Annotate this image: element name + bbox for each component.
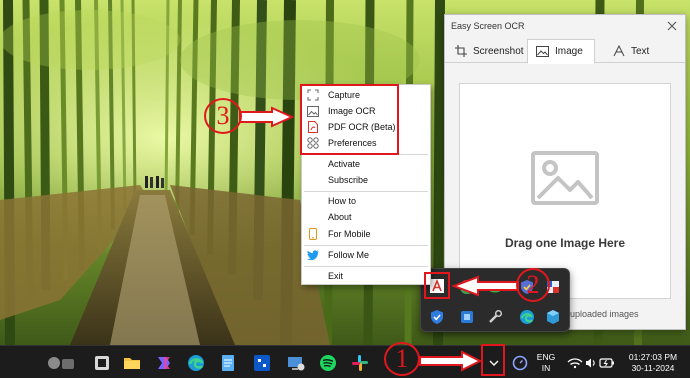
image-icon	[536, 46, 549, 57]
timer-tray-button[interactable]	[510, 353, 530, 373]
drop-zone-text: Drag one Image Here	[504, 236, 626, 250]
chrome-icon	[460, 280, 475, 295]
remote-desktop-button[interactable]	[286, 353, 306, 373]
title-bar[interactable]: Easy Screen OCR	[445, 15, 685, 37]
menu-item-subscribe[interactable]: Subscribe	[302, 172, 430, 188]
timer-icon	[512, 355, 528, 371]
tab-text[interactable]: Text	[605, 39, 665, 63]
task-view-button[interactable]	[92, 353, 112, 373]
weather-icon	[48, 357, 74, 369]
tab-image[interactable]: Image	[527, 39, 595, 64]
edge-tray-icon[interactable]	[519, 309, 535, 325]
edge-icon	[188, 355, 204, 371]
cube-icon	[547, 310, 559, 324]
notepad-button[interactable]	[218, 353, 238, 373]
menu-item-label: About	[328, 212, 352, 222]
annotation-box-chevron	[481, 344, 505, 376]
twitter-icon	[307, 249, 319, 261]
app-button[interactable]	[252, 353, 272, 373]
storage-tray-icon[interactable]	[487, 279, 503, 295]
region-code: IN	[541, 363, 551, 373]
close-icon	[667, 21, 677, 31]
step-3-badge: 3	[204, 98, 242, 134]
clock[interactable]: 01:27:03 PM 30-11-2024	[622, 352, 684, 374]
text-icon	[613, 45, 625, 57]
computer-icon	[288, 357, 305, 371]
menu-item-exit[interactable]: Exit	[302, 268, 430, 284]
taskbar: ENG IN 01:27:03 PM 30-11-2024	[0, 345, 690, 378]
menu-item-label: Follow Me	[328, 250, 370, 260]
annotation-box-menu	[300, 84, 399, 155]
clock-date: 30-11-2024	[631, 363, 675, 373]
copilot-button[interactable]	[154, 353, 174, 373]
close-button[interactable]	[665, 19, 679, 33]
language-indicator[interactable]: ENG IN	[534, 352, 558, 374]
image-drop-zone[interactable]: Drag one Image Here	[459, 83, 671, 299]
menu-item-activate[interactable]: Activate	[302, 156, 430, 172]
notepad-icon	[222, 355, 234, 371]
edge-button[interactable]	[186, 353, 206, 373]
wifi-icon	[567, 358, 583, 369]
annotation-box-tray-icon	[424, 272, 450, 299]
menu-item-label: For Mobile	[328, 229, 371, 239]
clock-time: 01:27:03 PM	[628, 352, 678, 362]
edge-icon	[520, 310, 534, 324]
chrome-tray-icon[interactable]	[459, 279, 475, 295]
menu-item-label: Exit	[328, 271, 344, 281]
tab-label: Screenshot	[473, 45, 524, 57]
status-icons	[567, 358, 614, 369]
tab-bar: Screenshot Image Text	[445, 39, 685, 64]
disk-icon	[489, 281, 501, 293]
tab-label: Text	[631, 45, 650, 57]
menu-item-follow-me[interactable]: Follow Me	[302, 247, 430, 263]
folder-icon	[124, 358, 140, 369]
weather-widget[interactable]	[44, 353, 78, 373]
menu-separator	[304, 245, 428, 246]
blue-app-icon	[461, 311, 473, 323]
wrench-icon	[489, 309, 503, 323]
task-view-icon	[95, 356, 109, 370]
step-2-badge: 2	[516, 268, 550, 302]
menu-separator	[304, 266, 428, 267]
battery-icon	[599, 358, 614, 368]
menu-item-about[interactable]: About	[302, 209, 430, 225]
spotify-icon	[320, 355, 336, 371]
menu-item-label: How to	[328, 196, 357, 206]
step-1-badge: 1	[384, 342, 420, 376]
defender-tray-icon[interactable]	[429, 309, 445, 325]
menu-item-for-mobile[interactable]: For Mobile	[302, 226, 430, 242]
menu-item-label: Activate	[328, 159, 361, 169]
menu-separator	[304, 191, 428, 192]
file-explorer-button[interactable]	[122, 353, 142, 373]
menu-item-how-to[interactable]: How to	[302, 193, 430, 209]
tab-label: Image	[555, 46, 583, 57]
window-title: Easy Screen OCR	[451, 21, 525, 31]
mobile-icon	[307, 228, 319, 240]
defender-shield-icon	[431, 310, 443, 324]
language-code: ENG	[536, 352, 556, 362]
slack-icon	[352, 355, 368, 371]
network-tray-icon[interactable]	[545, 309, 561, 325]
tab-screenshot[interactable]: Screenshot	[447, 39, 525, 63]
tools-tray-icon[interactable]	[487, 309, 503, 325]
crop-icon	[455, 45, 467, 57]
menu-item-label: Subscribe	[328, 175, 369, 185]
copilot-icon	[158, 357, 170, 369]
app-tray-icon[interactable]	[459, 309, 475, 325]
blue-app-icon	[254, 355, 270, 371]
spotify-button[interactable]	[318, 353, 338, 373]
slack-button[interactable]	[350, 353, 370, 373]
image-placeholder-icon	[531, 151, 599, 205]
quick-settings-button[interactable]	[566, 354, 616, 372]
volume-icon	[586, 358, 595, 368]
